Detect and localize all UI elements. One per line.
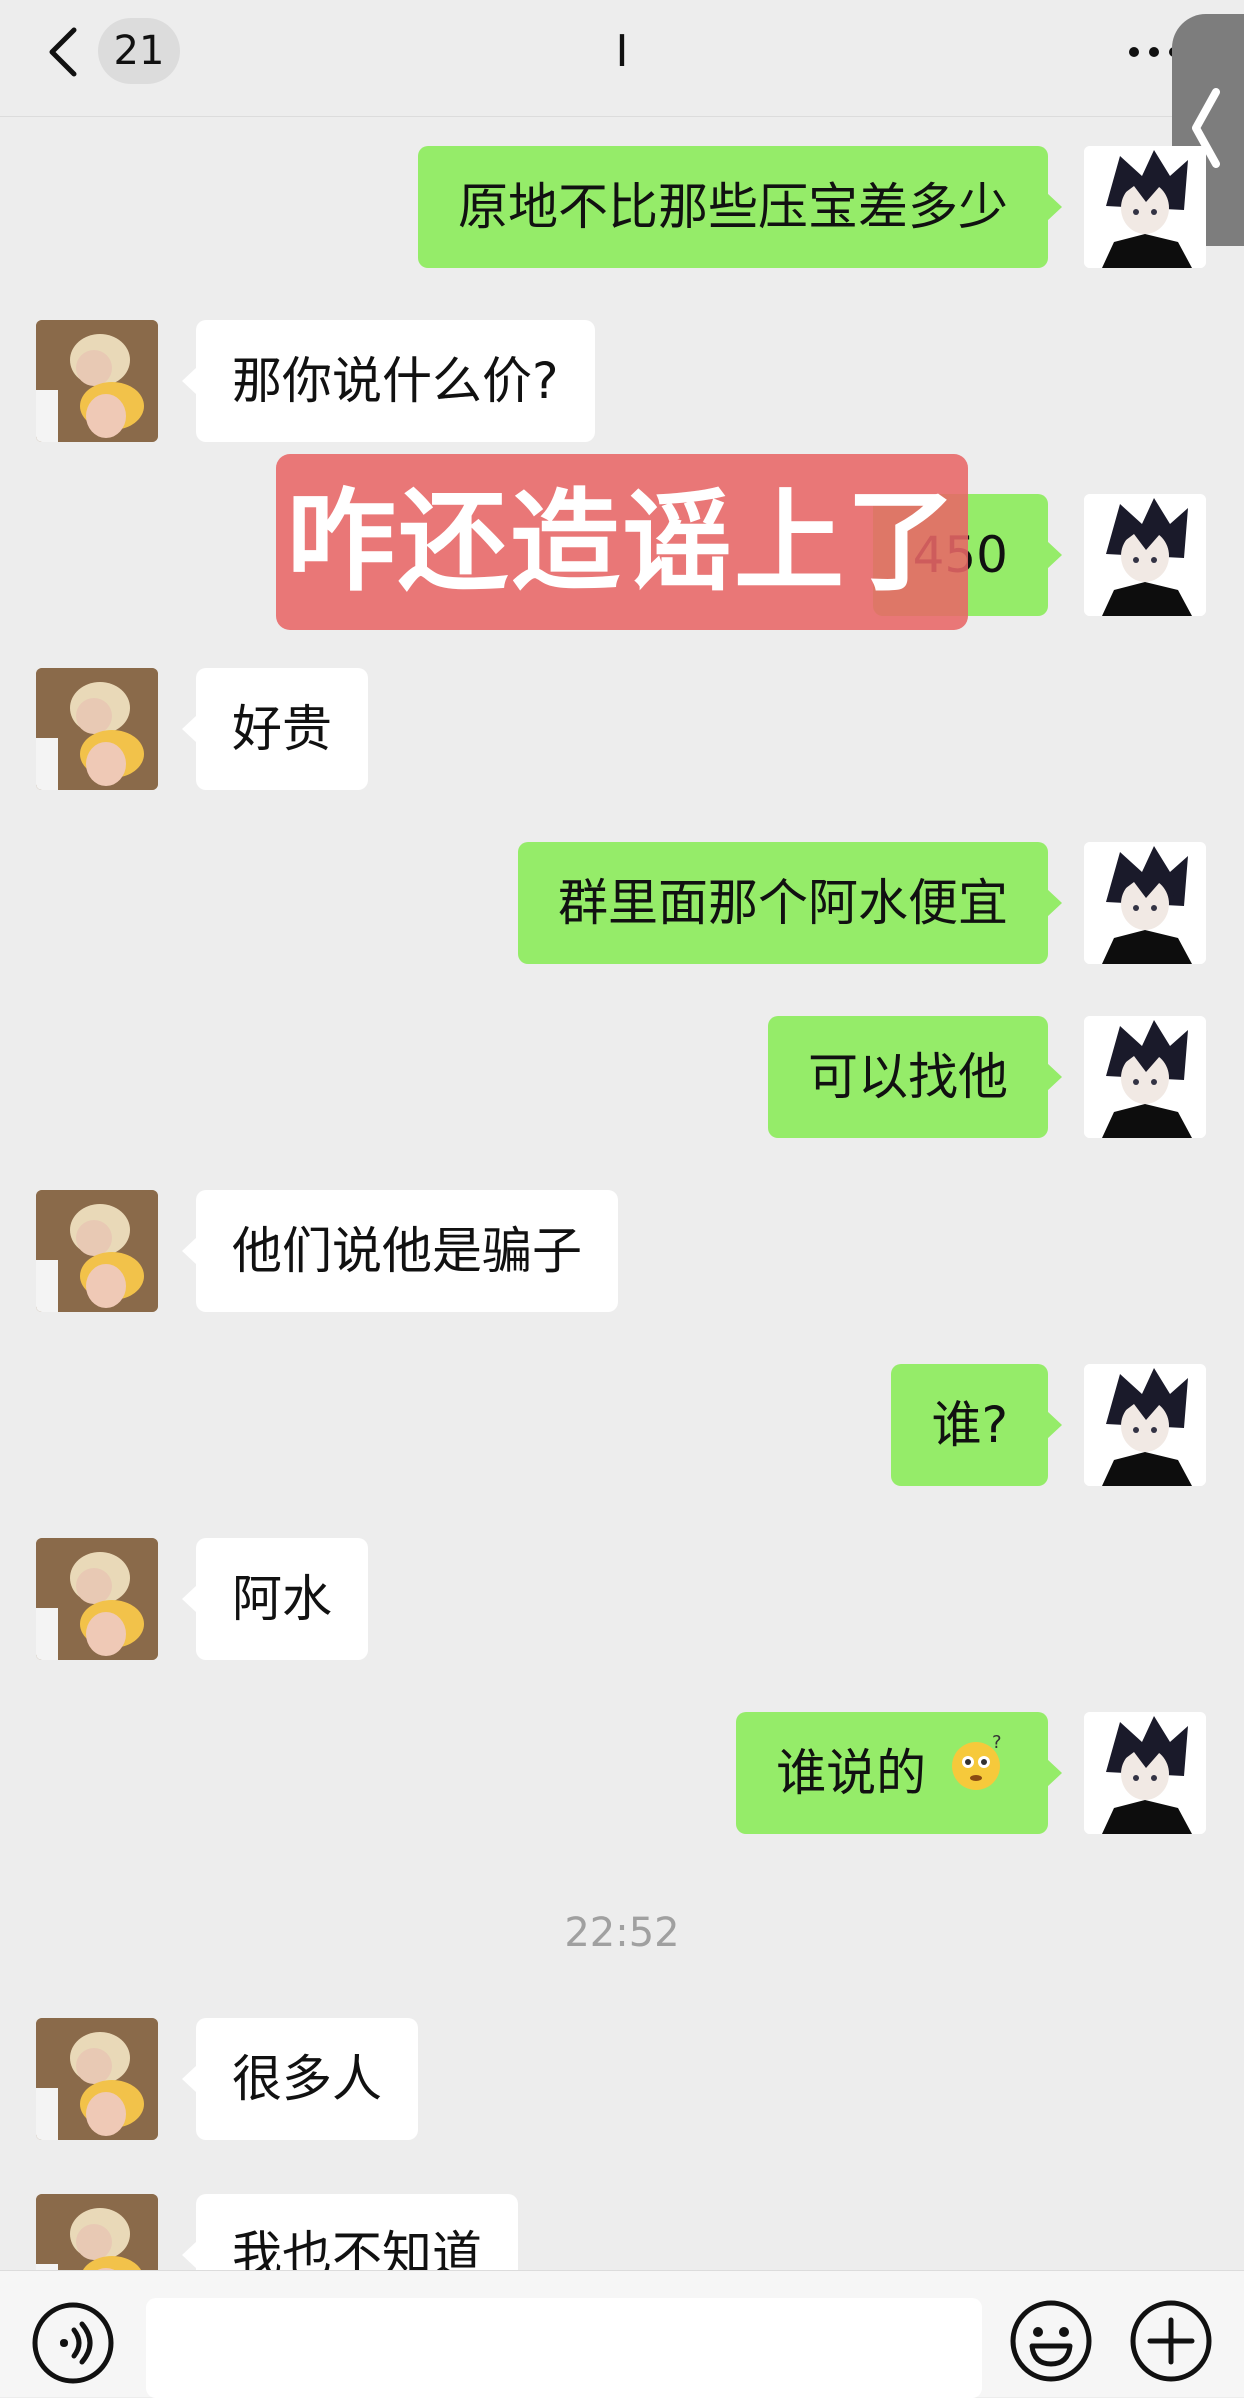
overlay-caption: 咋还造谣上了 [276, 454, 968, 630]
incoming-message[interactable]: 很多人 [182, 2018, 418, 2140]
outgoing-message[interactable]: 谁? [891, 1364, 1062, 1486]
message-row: 群里面那个阿水便宜 [0, 842, 1244, 964]
my-avatar[interactable] [1084, 494, 1206, 616]
plus-icon[interactable] [1128, 2298, 1214, 2388]
message-row: 阿水 [0, 1538, 1244, 1660]
voice-icon[interactable] [30, 2300, 116, 2390]
message-input[interactable] [146, 2298, 982, 2398]
message-row: 那你说什么价? [0, 320, 1244, 442]
contact-avatar[interactable] [36, 1190, 158, 1312]
my-avatar[interactable] [1084, 146, 1206, 268]
message-row: 好贵 [0, 668, 1244, 790]
emoji-icon[interactable] [1008, 2298, 1094, 2388]
message-row: 谁说的 ? [0, 1712, 1244, 1834]
contact-avatar[interactable] [36, 668, 158, 790]
contact-avatar[interactable] [36, 1538, 158, 1660]
outgoing-message[interactable]: 群里面那个阿水便宜 [518, 842, 1062, 964]
message-row: 谁? [0, 1364, 1244, 1486]
confused-face-emoji-icon: ? [946, 1716, 1008, 1838]
svg-text:?: ? [992, 1732, 1002, 1753]
chat-title: I [615, 26, 629, 77]
back-arrow-icon[interactable] [44, 24, 84, 80]
incoming-message[interactable]: 好贵 [182, 668, 368, 790]
message-row: 他们说他是骗子 [0, 1190, 1244, 1312]
message-row: 可以找他 [0, 1016, 1244, 1138]
chat-header: 21 I [0, 0, 1244, 117]
unread-count-badge[interactable]: 21 [98, 18, 180, 84]
my-avatar[interactable] [1084, 1016, 1206, 1138]
incoming-message[interactable]: 那你说什么价? [182, 320, 595, 442]
contact-avatar[interactable] [36, 320, 158, 442]
incoming-message[interactable]: 他们说他是骗子 [182, 1190, 618, 1312]
message-row: 原地不比那些压宝差多少 [0, 146, 1244, 268]
incoming-message[interactable]: 阿水 [182, 1538, 368, 1660]
outgoing-message-text: 谁说的 [776, 1744, 927, 1802]
outgoing-message[interactable]: 谁说的 ? [736, 1712, 1062, 1834]
contact-avatar[interactable] [36, 2018, 158, 2140]
message-timestamp: 22:52 [564, 1910, 680, 1956]
message-row: 很多人 [0, 2018, 1244, 2140]
my-avatar[interactable] [1084, 1712, 1206, 1834]
outgoing-message[interactable]: 可以找他 [768, 1016, 1062, 1138]
my-avatar[interactable] [1084, 1364, 1206, 1486]
outgoing-message[interactable]: 原地不比那些压宝差多少 [418, 146, 1062, 268]
my-avatar[interactable] [1084, 842, 1206, 964]
